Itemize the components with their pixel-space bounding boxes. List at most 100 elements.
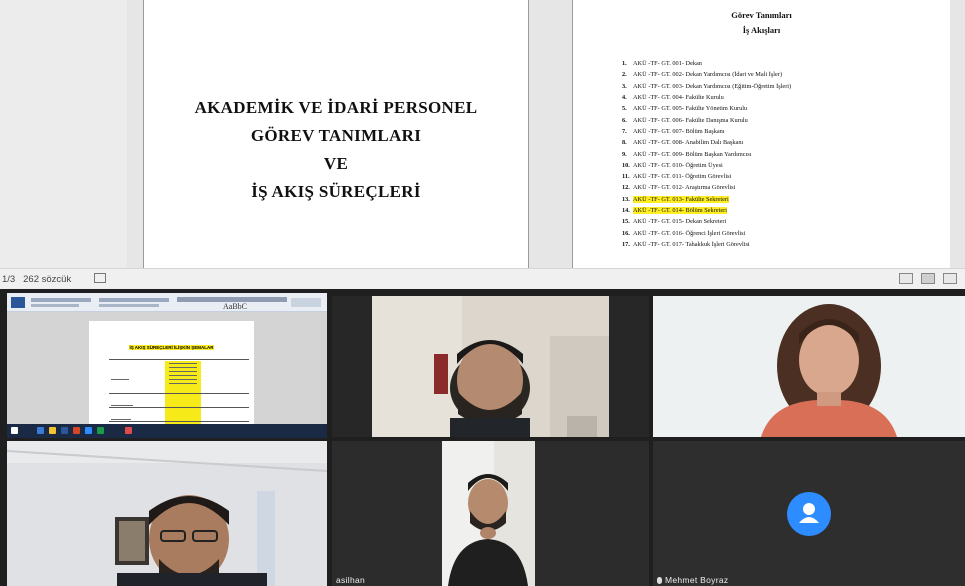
list-item: 13. AKÜ -TF- GT. 013- Fakülte Sekreteri <box>622 194 942 205</box>
list-item-number: 1. <box>622 60 627 68</box>
list-item-number: 7. <box>622 127 627 135</box>
job-definition-list: 1. AKÜ -TF- GT. 001- Dekan 2. AKÜ -TF- GT. … <box>622 58 942 250</box>
list-item-text: AKÜ -TF- GT. 013- Fakülte Sekreteri <box>633 195 729 203</box>
participant-name: asilhan <box>336 575 366 585</box>
participant-name: Mehmet Boyraz <box>665 575 729 585</box>
list-item-number: 14. <box>622 207 630 214</box>
list-item: 8. AKÜ -TF- GT. 008- Anabilim Dalı Başkan… <box>622 137 942 148</box>
view-switcher <box>899 273 957 284</box>
list-item-text: AKÜ -TF- GT. 017- Tahakkuk İşleri Görevl… <box>633 240 750 248</box>
read-mode-icon[interactable] <box>899 273 913 284</box>
microphone-icon <box>657 577 662 584</box>
list-item: 5. AKÜ -TF- GT. 005- Fakülte Yönetim Kuru… <box>622 103 942 114</box>
list-item-text: AKÜ -TF- GT. 003- Dekan Yardımcısı (Eğit… <box>633 82 792 90</box>
list-item: 7. AKÜ -TF- GT. 007- Bölüm Başkanı <box>622 126 942 137</box>
participant-video <box>372 296 609 437</box>
page-subheading: İş Akışları <box>742 25 781 35</box>
list-item: 1. AKÜ -TF- GT. 001- Dekan <box>622 58 942 69</box>
taskbar-app-icon <box>37 427 44 434</box>
cover-title-line: VE <box>323 154 349 173</box>
proofing-icon[interactable] <box>94 273 106 283</box>
cover-title-line: GÖREV TANIMLARI <box>250 126 422 145</box>
list-item-text: AKÜ -TF- GT. 012- Araştırma Görevlisi <box>633 184 736 192</box>
participant-video <box>442 441 535 586</box>
list-item: 16. AKÜ -TF- GT. 016- Öğrenci İşleri Göre… <box>622 227 942 238</box>
participant-tile[interactable] <box>332 296 649 437</box>
list-item: 17. AKÜ -TF- GT. 017- Tahakkuk İşleri Gör… <box>622 239 942 250</box>
list-item-text: AKÜ -TF- GT. 008- Anabilim Dalı Başkanı <box>633 139 744 147</box>
document-view: İŞ AKIŞ SÜREÇLERİ İLİŞKİN ŞEMALAR <box>7 312 327 433</box>
list-item-number: 16. <box>622 229 630 237</box>
taskbar-app-icon <box>73 427 80 434</box>
taskbar-app-icon <box>125 427 132 434</box>
list-item-number: 13. <box>622 195 630 203</box>
taskbar-app-icon <box>49 427 56 434</box>
list-item: 11. AKÜ -TF- GT. 011- Öğretim Görevlisi <box>622 171 942 182</box>
taskbar-app-icon <box>61 427 68 434</box>
list-item-text: AKÜ -TF- GT. 011- Öğretim Görevlisi <box>633 173 732 181</box>
list-item-text: AKÜ -TF- GT. 005- Fakülte Yönetim Kurulu <box>633 105 748 113</box>
list-item: 14. AKÜ -TF- GT. 014- Bölüm Sekreteri <box>622 205 942 216</box>
word-ribbon: AaBbC <box>7 293 327 312</box>
list-item-number: 5. <box>622 105 627 113</box>
list-item-text: AKÜ -TF- GT. 010- Öğretim Üyesi <box>633 161 723 169</box>
list-item: 12. AKÜ -TF- GT. 012- Araştırma Görevlisi <box>622 182 942 193</box>
list-item-text: AKÜ -TF- GT. 002- Dekan Yardımcısı (İdar… <box>633 71 783 79</box>
document-page-2: Görev Tanımları İş Akışları 1. AKÜ -TF- G… <box>572 0 950 268</box>
word-count: 262 sözcük <box>23 274 72 285</box>
participant-tile[interactable] <box>7 441 327 586</box>
svg-text:AaBbC: AaBbC <box>223 302 247 311</box>
web-layout-icon[interactable] <box>943 273 957 284</box>
list-item-number: 10. <box>622 161 630 169</box>
list-item-number: 9. <box>622 150 627 158</box>
page-counter: 1/3 <box>2 274 16 285</box>
list-item-text: AKÜ -TF- GT. 015- Dekan Sekreteri <box>633 218 727 226</box>
list-item-number: 3. <box>622 82 627 90</box>
list-item-number: 12. <box>622 184 630 192</box>
list-item-text: AKÜ -TF- GT. 007- Bölüm Başkanı <box>633 127 725 135</box>
list-item: 6. AKÜ -TF- GT. 006- Fakülte Danışma Kuru… <box>622 114 942 125</box>
list-item-text: AKÜ -TF- GT. 009- Bölüm Başkan Yardımcıs… <box>633 150 752 158</box>
document-page: İŞ AKIŞ SÜREÇLERİ İLİŞKİN ŞEMALAR <box>89 321 254 433</box>
print-layout-icon[interactable] <box>921 273 935 284</box>
participant-tile-screen-share[interactable]: AaBbC İŞ AKIŞ SÜREÇLERİ İLİŞKİN ŞEMALAR <box>7 293 327 438</box>
list-item-number: 15. <box>622 218 630 226</box>
participant-tile-asilhan[interactable]: asilhan <box>332 441 649 586</box>
participant-avatar-video <box>442 441 535 586</box>
participant-avatar-video <box>7 441 327 586</box>
participant-video <box>653 296 965 437</box>
list-item-number: 11. <box>622 173 630 181</box>
start-icon <box>11 427 18 434</box>
list-item: 10. AKÜ -TF- GT. 010- Öğretim Üyesi <box>622 160 942 171</box>
list-item-number: 4. <box>622 94 627 102</box>
cover-title-line: İŞ AKIŞ SÜREÇLERİ <box>251 182 421 201</box>
taskbar-app-icon <box>97 427 104 434</box>
list-item-number: 8. <box>622 139 627 147</box>
navigation-pane <box>0 0 127 268</box>
cover-title: AKADEMİK VE İDARİ PERSONEL GÖREV TANIMLA… <box>144 97 528 203</box>
participant-tile[interactable] <box>653 296 965 437</box>
list-item-text: AKÜ -TF- GT. 006- Fakülte Danışma Kurulu <box>633 116 748 124</box>
list-item-text: AKÜ -TF- GT. 001- Dekan <box>633 60 702 68</box>
list-item: 4. AKÜ -TF- GT. 004- Fakülte Kurulu <box>622 92 942 103</box>
list-item-text: AKÜ -TF- GT. 004- Fakülte Kurulu <box>633 94 724 102</box>
document-page-1: AKADEMİK VE İDARİ PERSONEL GÖREV TANIMLA… <box>143 0 529 268</box>
list-item: 3. AKÜ -TF- GT. 003- Dekan Yardımcısı (Eğ… <box>622 81 942 92</box>
list-item-text: AKÜ -TF- GT. 016- Öğrenci İşleri Görevli… <box>633 229 746 237</box>
list-item: 2. AKÜ -TF- GT. 002- Dekan Yardımcısı (İd… <box>622 69 942 80</box>
page-heading: Görev Tanımları <box>731 10 792 20</box>
participant-avatar-video <box>372 296 609 437</box>
list-item-number: 2. <box>622 71 627 79</box>
default-avatar-icon <box>787 492 831 536</box>
list-item: 9. AKÜ -TF- GT. 009- Bölüm Başkan Yardımc… <box>622 148 942 159</box>
taskbar-app-icon <box>85 427 92 434</box>
shared-screen[interactable]: AKADEMİK VE İDARİ PERSONEL GÖREV TANIMLA… <box>0 0 965 268</box>
list-item-number: 6. <box>622 116 627 124</box>
windows-taskbar <box>7 424 327 438</box>
list-item: 15. AKÜ -TF- GT. 015- Dekan Sekreteri <box>622 216 942 227</box>
list-item-text: AKÜ -TF- GT. 014- Bölüm Sekreteri <box>633 207 727 214</box>
zoom-meeting-window: AKADEMİK VE İDARİ PERSONEL GÖREV TANIMLA… <box>0 0 965 586</box>
participant-tile-mehmet-boyraz[interactable]: Mehmet Boyraz <box>653 441 965 586</box>
ribbon-icons: AaBbC <box>11 297 321 311</box>
participant-avatar-video <box>653 296 965 437</box>
